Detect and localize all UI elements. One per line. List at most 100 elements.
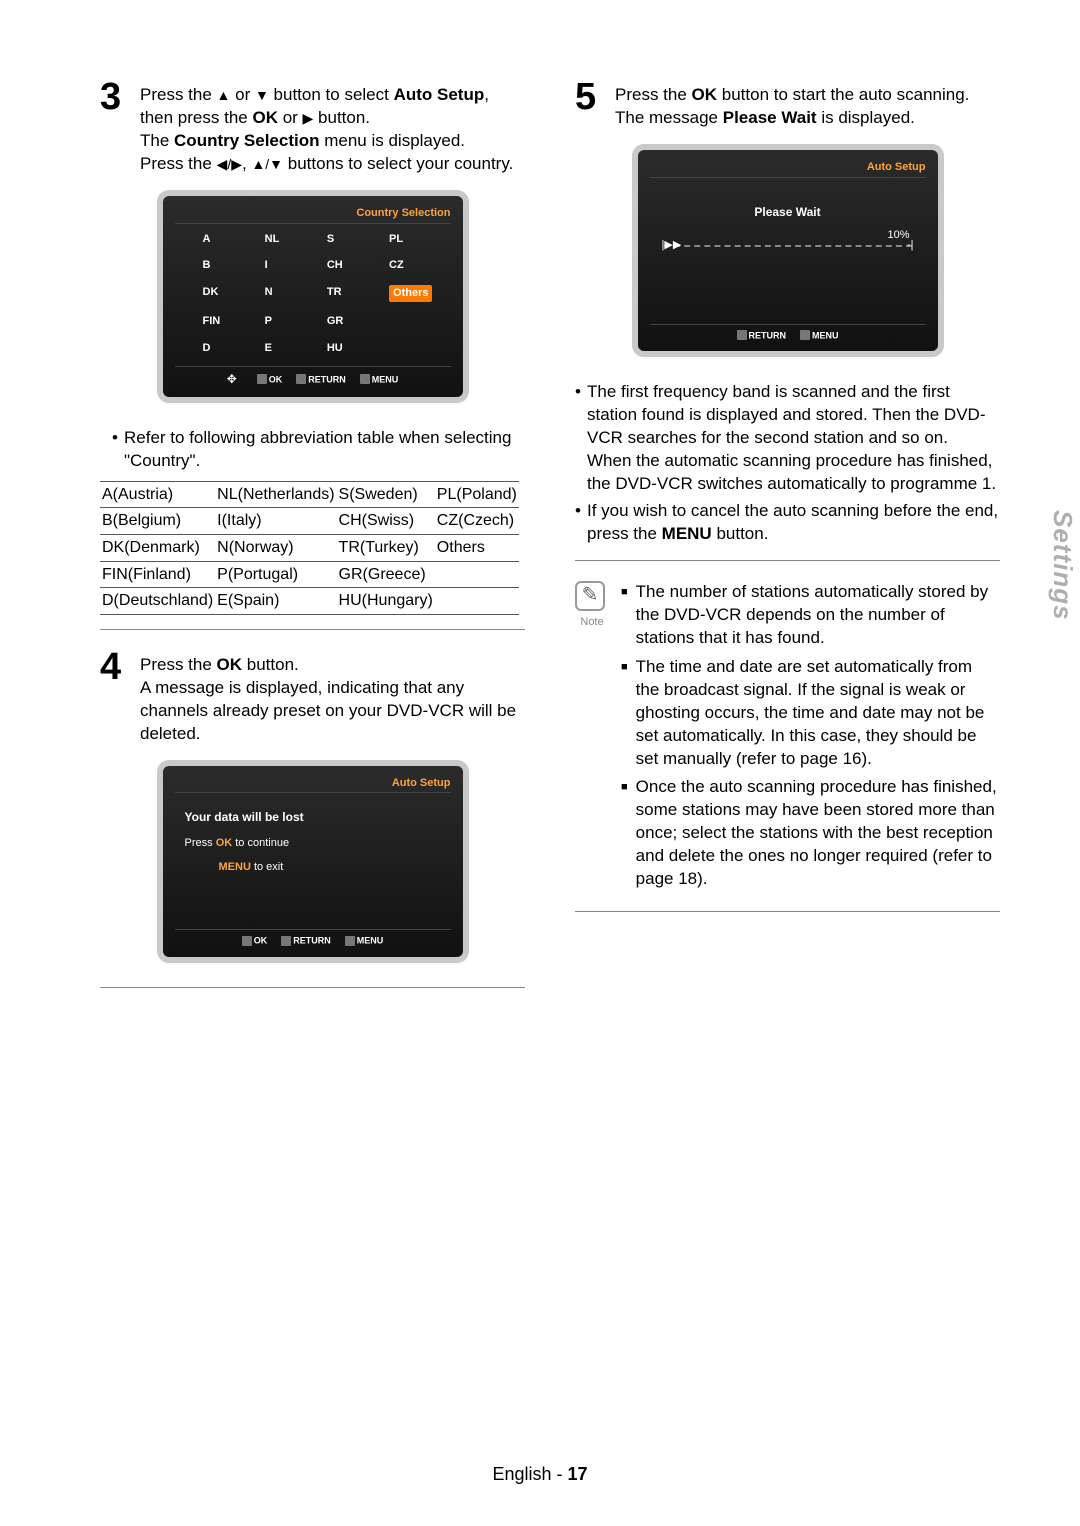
tv-footer: OK RETURN MENU [175, 929, 451, 947]
tv-screen-country: Country Selection ANLSPLBICHCZDKNTROther… [163, 196, 463, 397]
table-cell: GR(Greece) [337, 561, 435, 588]
text: Press the [140, 154, 217, 173]
table-cell: CH(Swiss) [337, 508, 435, 535]
text: button. [313, 108, 370, 127]
country-code [389, 314, 432, 329]
country-code: GR [327, 314, 365, 329]
abbreviation-table: A(Austria)NL(Netherlands)S(Sweden)PL(Pol… [100, 481, 519, 615]
step-5: 5 Press the OK button to start the auto … [575, 80, 1000, 130]
table-cell: D(Deutschland) [100, 588, 215, 615]
menu-icon [800, 330, 810, 340]
progress-percent: 10% [650, 228, 910, 243]
return-label: RETURN [293, 936, 331, 946]
text: or [278, 108, 303, 127]
progress-bar [664, 245, 912, 247]
table-cell: Others [435, 535, 519, 562]
step-number: 4 [100, 650, 130, 746]
footer-page-number: 17 [568, 1464, 588, 1484]
ok-label: OK [269, 374, 283, 384]
left-right-arrow-icon: ◀/▶ [217, 156, 242, 172]
table-row: DK(Denmark)N(Norway)TR(Turkey)Others [100, 535, 519, 562]
info-bullet: • The first frequency band is scanned an… [575, 381, 1000, 496]
country-code: TR [327, 285, 365, 302]
table-cell: PL(Poland) [435, 481, 519, 508]
step-number: 3 [100, 80, 130, 176]
table-cell: P(Portugal) [215, 561, 336, 588]
left-column: 3 Press the ▲ or ▼ button to select Auto… [100, 80, 525, 1008]
bold-text: OK [692, 85, 718, 104]
ok-icon [257, 374, 267, 384]
text: buttons to select your country. [283, 154, 513, 173]
table-cell: CZ(Czech) [435, 508, 519, 535]
country-code: NL [265, 232, 303, 247]
return-icon [281, 936, 291, 946]
page-footer: English - 17 [0, 1462, 1080, 1486]
return-icon [737, 330, 747, 340]
tv-footer: ✥ OK RETURN MENU [175, 366, 451, 387]
divider [575, 560, 1000, 561]
bold-text: OK [252, 108, 278, 127]
table-cell [435, 561, 519, 588]
table-cell: B(Belgium) [100, 508, 215, 535]
bold-text: Please Wait [723, 108, 817, 127]
table-cell: A(Austria) [100, 481, 215, 508]
table-cell: S(Sweden) [337, 481, 435, 508]
prompt-line: MENU to exit [219, 860, 451, 875]
up-down-arrow-icon: ▲/▼ [251, 156, 283, 172]
country-code: HU [327, 341, 365, 356]
tv-title: Country Selection [175, 206, 451, 224]
prompt-line: Press OK to continue [185, 836, 451, 851]
square-bullet-icon: ■ [621, 776, 628, 891]
menu-label: MENU [812, 330, 839, 340]
text: The [140, 131, 174, 150]
divider [100, 987, 525, 988]
country-code: CZ [389, 258, 432, 273]
menu-label: MENU [372, 374, 399, 384]
table-cell: E(Spain) [215, 588, 336, 615]
text: The first frequency band is scanned and … [587, 382, 985, 447]
note-label: Note [575, 615, 609, 630]
bold-text: Auto Setup [394, 85, 485, 104]
text: or [230, 85, 255, 104]
info-bullet: • If you wish to cancel the auto scannin… [575, 500, 1000, 546]
step-4: 4 Press the OK button. A message is disp… [100, 650, 525, 746]
table-row: FIN(Finland)P(Portugal)GR(Greece) [100, 561, 519, 588]
step-body: Press the OK button. A message is displa… [140, 650, 525, 746]
country-code: N [265, 285, 303, 302]
tv-screen-warning: Auto Setup Your data will be lost Press … [163, 766, 463, 958]
country-code: S [327, 232, 365, 247]
table-cell: NL(Netherlands) [215, 481, 336, 508]
tv-title: Auto Setup [650, 160, 926, 178]
country-code: D [203, 341, 241, 356]
step-3: 3 Press the ▲ or ▼ button to select Auto… [100, 80, 525, 176]
country-code: A [203, 232, 241, 247]
tv-screen-progress: Auto Setup Please Wait 10% RETURN MENU [638, 150, 938, 352]
step-body: Press the ▲ or ▼ button to select Auto S… [140, 80, 525, 176]
text: When the automatic scanning procedure ha… [587, 451, 996, 493]
table-cell: FIN(Finland) [100, 561, 215, 588]
text: menu is displayed. [320, 131, 466, 150]
text: Press the [140, 85, 217, 104]
country-code [389, 341, 432, 356]
table-row: D(Deutschland)E(Spain)HU(Hungary) [100, 588, 519, 615]
tv-title: Auto Setup [175, 776, 451, 794]
divider [100, 629, 525, 630]
ok-icon [242, 936, 252, 946]
ok-label: OK [254, 936, 268, 946]
text: A message is displayed, indicating that … [140, 678, 516, 743]
footer-language: English [492, 1464, 551, 1484]
text: The time and date are set automatically … [636, 656, 1000, 771]
please-wait-text: Please Wait [650, 204, 926, 220]
nav-arrows-icon: ✥ [227, 371, 237, 387]
bullet-icon: • [575, 381, 583, 496]
bold-text: Country Selection [174, 131, 319, 150]
step-number: 5 [575, 80, 605, 130]
right-arrow-icon: ▶ [303, 110, 314, 126]
abbreviation-note: • Refer to following abbreviation table … [112, 427, 525, 473]
country-code: PL [389, 232, 432, 247]
table-row: A(Austria)NL(Netherlands)S(Sweden)PL(Pol… [100, 481, 519, 508]
down-arrow-icon: ▼ [255, 87, 269, 103]
country-grid: ANLSPLBICHCZDKNTROthersFINPGRDEHU [203, 232, 433, 356]
warning-line: Your data will be lost [185, 809, 451, 825]
country-code: DK [203, 285, 241, 302]
